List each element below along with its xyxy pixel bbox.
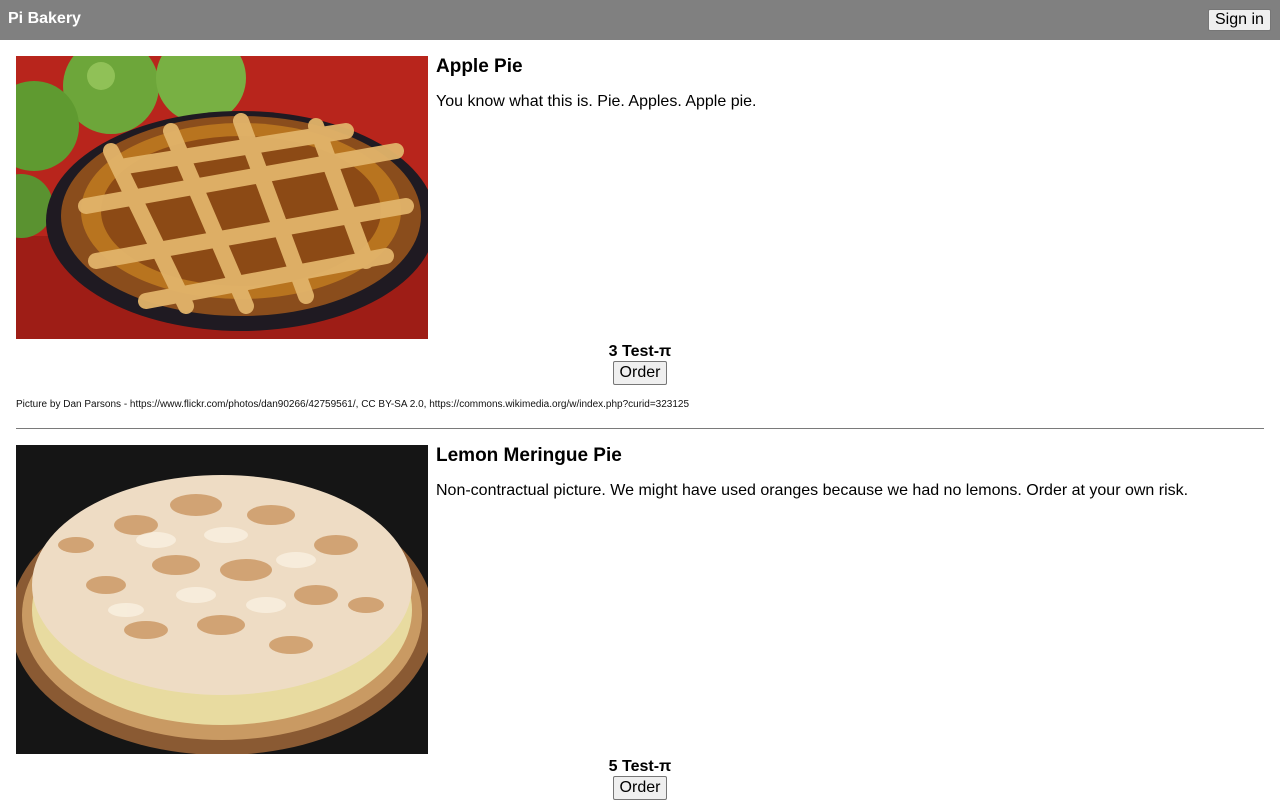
product-image bbox=[16, 56, 428, 339]
product-description: Non-contractual picture. We might have u… bbox=[436, 482, 1189, 499]
product-price: 3 Test-π bbox=[608, 343, 672, 360]
product-name: Apple Pie bbox=[436, 56, 523, 77]
product-image bbox=[16, 445, 428, 754]
product-card: Lemon Meringue Pie Non-contractual pictu… bbox=[16, 445, 1264, 765]
order-wrap: Order bbox=[16, 776, 1264, 800]
brand-title[interactable]: Pi Bakery bbox=[8, 9, 81, 29]
lemon-meringue-pie-image bbox=[16, 445, 428, 754]
top-bar: Pi Bakery Sign in bbox=[0, 0, 1280, 40]
product-divider bbox=[16, 428, 1264, 429]
apple-pie-image bbox=[16, 56, 428, 339]
order-wrap: Order bbox=[16, 361, 1264, 385]
order-button[interactable]: Order bbox=[612, 776, 668, 800]
image-credit: Picture by Dan Parsons - https://www.fli… bbox=[16, 399, 690, 410]
order-button[interactable]: Order bbox=[612, 361, 668, 385]
product-price: 5 Test-π bbox=[608, 758, 672, 775]
product-name: Lemon Meringue Pie bbox=[436, 445, 622, 466]
product-description: You know what this is. Pie. Apples. Appl… bbox=[436, 93, 757, 110]
sign-in-button[interactable]: Sign in bbox=[1208, 9, 1271, 31]
